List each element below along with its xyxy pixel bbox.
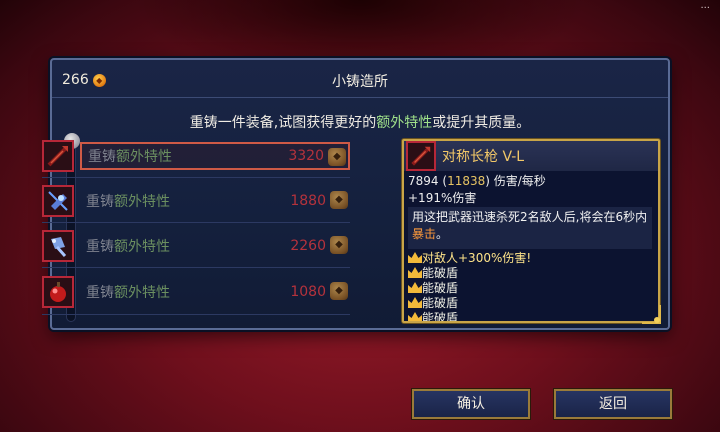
reforge-row-2[interactable]: 重铸额外特性 1880 ◆ — [42, 184, 350, 218]
instruction-highlight: 额外特性 — [376, 115, 433, 131]
row-divider — [42, 314, 350, 315]
row-label: 重铸额外特性 — [86, 194, 170, 210]
grenade-icon — [42, 230, 74, 262]
back-button[interactable]: 返回 — [554, 389, 672, 419]
reforge-row-box[interactable]: 重铸额外特性 1080 ◆ — [80, 278, 350, 306]
panel-header: 266 ◆ 小铸造所 — [52, 60, 668, 98]
spear-icon — [406, 141, 436, 171]
reforge-row-3[interactable]: 重铸额外特性 2260 ◆ — [42, 229, 350, 263]
row-price: 3320 — [288, 148, 324, 164]
reforge-row-box[interactable]: 重铸额外特性 3320 ◆ — [80, 142, 350, 170]
coin-icon: ◆ — [328, 148, 346, 166]
instruction-post: 或提升其质量。 — [432, 115, 531, 131]
row-label: 重铸额外特性 — [86, 285, 170, 301]
row-price: 2260 — [290, 238, 326, 254]
row-price: 1880 — [290, 193, 326, 209]
instruction-text: 重铸一件装备,试图获得更好的额外特性或提升其质量。 — [52, 112, 668, 132]
reforge-row-4[interactable]: 重铸额外特性 1080 ◆ — [42, 275, 350, 309]
confirm-button[interactable]: 确认 — [412, 389, 530, 419]
item-tooltip: 对称长枪 V-L 7894 (11838) 伤害/每秒 +191%伤害 用这把武… — [402, 139, 661, 324]
coin-icon: ◆ — [330, 282, 348, 300]
coin-icon: ◆ — [330, 236, 348, 254]
crown-icon — [408, 252, 422, 263]
row-divider — [42, 177, 350, 178]
crown-icon — [408, 297, 422, 308]
panel-title: 小铸造所 — [332, 74, 388, 90]
row-divider — [42, 222, 350, 223]
crossbow-icon — [42, 185, 74, 217]
row-price: 1080 — [290, 284, 326, 300]
affix-list: 对敌人+300%伤害! 能破盾 能破盾 能破盾 能破盾 — [408, 251, 648, 321]
reforge-row-box[interactable]: 重铸额外特性 2260 ◆ — [80, 232, 350, 260]
item-dps: 7894 (11838) 伤害/每秒 — [408, 174, 546, 188]
crown-icon — [408, 267, 422, 278]
row-divider — [42, 267, 350, 268]
affix-item: 能破盾 — [408, 266, 648, 281]
instruction-pre: 重铸一件装备,试图获得更好的 — [189, 115, 377, 131]
item-description: 用这把武器迅速杀死2名敌人后,将会在6秒内暴击。 — [408, 207, 652, 249]
spear-icon — [42, 140, 74, 172]
row-label: 重铸额外特性 — [88, 149, 172, 165]
bomb-icon — [42, 276, 74, 308]
tooltip-header: 对称长枪 V-L — [404, 141, 658, 171]
reforge-row-box[interactable]: 重铸额外特性 1880 ◆ — [80, 187, 350, 215]
affix-item: 能破盾 — [408, 296, 648, 311]
affix-item: 对敌人+300%伤害! — [408, 251, 648, 266]
row-label: 重铸额外特性 — [86, 239, 170, 255]
affix-item: 能破盾 — [408, 311, 648, 321]
gold-corner-ornament — [642, 305, 661, 324]
status-indicator: ... — [700, 0, 710, 11]
reforge-row-1[interactable]: 重铸额外特性 3320 ◆ — [42, 139, 350, 173]
item-damage-bonus: +191%伤害 — [408, 191, 477, 205]
coin-icon: ◆ — [330, 191, 348, 209]
crown-icon — [408, 312, 422, 321]
item-name: 对称长枪 V-L — [442, 149, 525, 165]
crown-icon — [408, 282, 422, 293]
affix-item: 能破盾 — [408, 281, 648, 296]
